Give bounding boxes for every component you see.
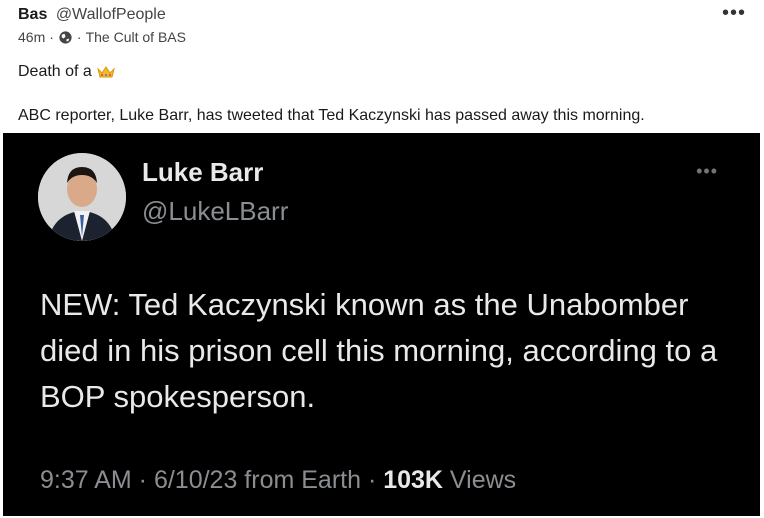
tweet-author-handle: @LukeLBarr bbox=[142, 196, 289, 226]
avatar bbox=[38, 153, 126, 241]
tweet-views-count: 103K bbox=[383, 466, 443, 494]
post-time[interactable]: 46m bbox=[18, 29, 45, 45]
crown-icon bbox=[96, 65, 115, 79]
meta-separator: · bbox=[76, 29, 82, 45]
more-options-button[interactable]: ••• bbox=[722, 2, 746, 25]
meta-separator: · bbox=[49, 29, 54, 45]
post-header: Bas @WallofPeople bbox=[18, 6, 166, 24]
tweet-views-label: Views bbox=[442, 466, 517, 494]
post-text-line1: Death of a bbox=[18, 63, 115, 81]
embedded-tweet-image[interactable]: Luke Barr @LukeLBarr ••• NEW: Ted Kaczyn… bbox=[3, 133, 760, 516]
tweet-author-name: Luke Barr bbox=[142, 157, 264, 187]
tweet-timestamp: 9:37 AM · 6/10/23 from Earth · bbox=[40, 466, 384, 494]
author-handle[interactable]: @WallofPeople bbox=[56, 6, 166, 23]
tweet-text: NEW: Ted Kaczynski known as the Unabombe… bbox=[40, 287, 718, 414]
post-meta: 46m · · The Cult of BAS bbox=[18, 29, 186, 45]
tweet-footer: 9:37 AM · 6/10/23 from Earth · 103K View… bbox=[40, 466, 516, 495]
post-text: Death of a bbox=[18, 63, 92, 80]
author-name[interactable]: Bas bbox=[18, 6, 47, 23]
post-text-line2: ABC reporter, Luke Barr, has tweeted tha… bbox=[18, 107, 645, 124]
tweet-more-icon: ••• bbox=[696, 161, 718, 181]
globe-icon bbox=[58, 30, 73, 45]
community-link[interactable]: The Cult of BAS bbox=[86, 29, 186, 45]
